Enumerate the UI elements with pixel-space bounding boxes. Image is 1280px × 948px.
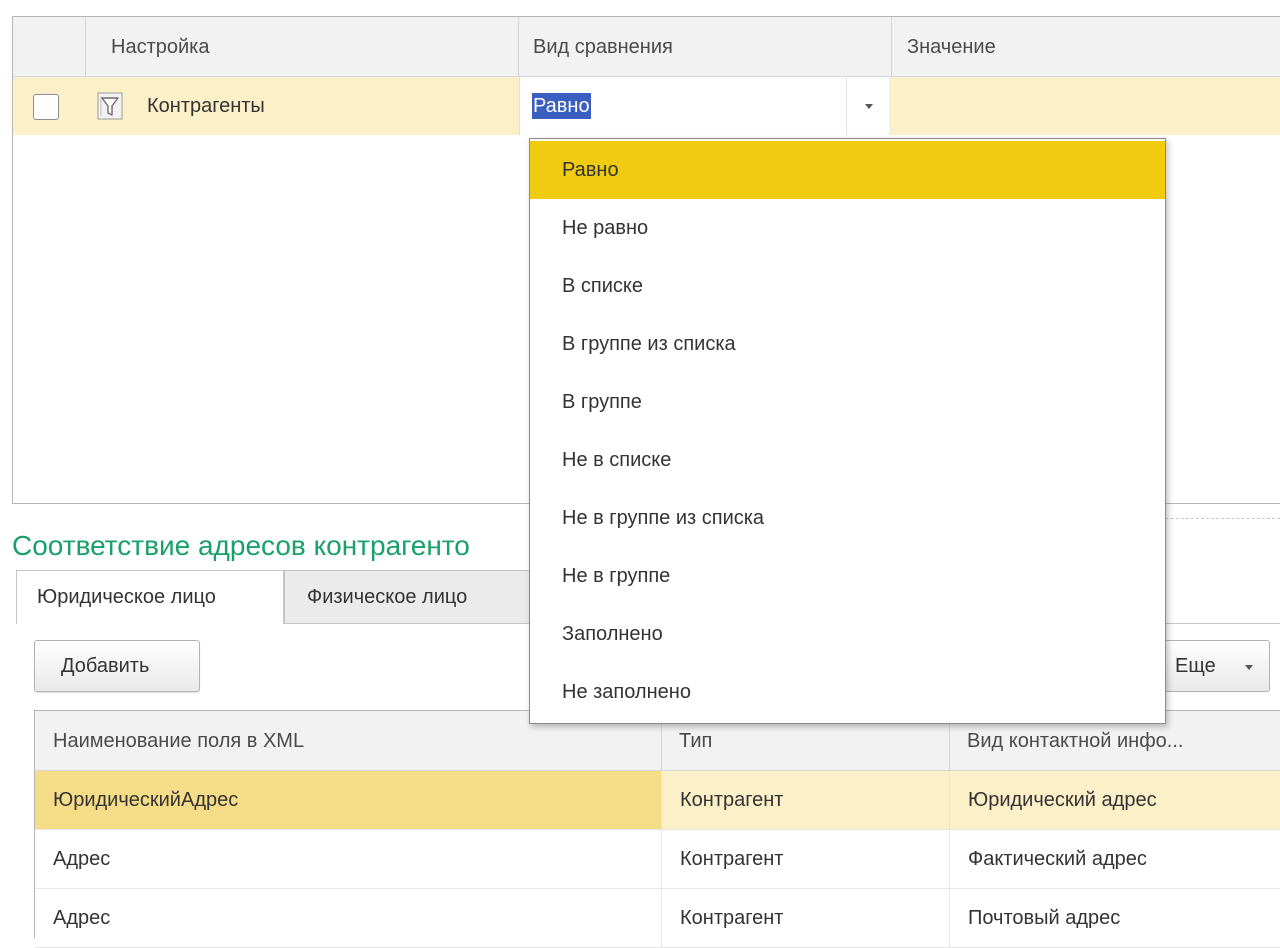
column-header-setting[interactable]: Настройка	[111, 17, 209, 77]
xml-field-name: ЮридическийАдрес	[53, 789, 239, 811]
column-separator	[518, 17, 519, 77]
comparison-options-list[interactable]: Равно Не равно В списке В группе из спис…	[529, 138, 1166, 724]
table-cell: ЮридическийАдрес	[35, 771, 661, 829]
type-value: Контрагент	[680, 907, 784, 929]
filter-row-contractors[interactable]: Контрагенты Равно	[13, 77, 1280, 135]
use-filter-checkbox[interactable]	[33, 94, 59, 120]
option-not-equal[interactable]: Не равно	[530, 199, 1165, 257]
contact-kind-value: Почтовый адрес	[968, 907, 1121, 929]
table-cell: Юридический адрес	[949, 771, 1280, 829]
section-title: Соответствие адресов контрагенто	[12, 530, 470, 561]
table-cell: Контрагент	[661, 771, 950, 829]
table-row[interactable]: ЮридическийАдрес Контрагент Юридический …	[35, 771, 1280, 830]
comparison-type-field[interactable]: Равно	[519, 77, 889, 135]
chevron-down-icon	[865, 104, 873, 109]
table-cell: Контрагент	[661, 830, 950, 888]
column-separator	[891, 17, 892, 77]
option-in-group[interactable]: В группе	[530, 373, 1165, 431]
option-equal[interactable]: Равно	[530, 141, 1165, 199]
address-mapping-table: Наименование поля в XML Тип Вид контактн…	[34, 710, 1280, 948]
option-in-list[interactable]: В списке	[530, 257, 1165, 315]
chevron-down-icon	[1245, 665, 1253, 670]
option-in-group-from-list[interactable]: В группе из списка	[530, 315, 1165, 373]
comparison-type-value[interactable]: Равно	[532, 93, 591, 119]
option-not-in-group-from-list[interactable]: Не в группе из списка	[530, 489, 1165, 547]
option-not-in-list[interactable]: Не в списке	[530, 431, 1165, 489]
type-value: Контрагент	[680, 789, 784, 811]
more-button-label: Еще	[1175, 655, 1216, 677]
type-value: Контрагент	[680, 848, 784, 870]
table-row[interactable]: Адрес Контрагент Почтовый адрес	[35, 889, 1280, 948]
contact-kind-value: Фактический адрес	[968, 848, 1147, 870]
column-separator	[85, 17, 86, 77]
add-button[interactable]: Добавить	[34, 640, 200, 692]
xml-field-name: Адрес	[53, 907, 111, 929]
tab-legal-entity[interactable]: Юридическое лицо	[16, 570, 284, 624]
column-header-value[interactable]: Значение	[907, 17, 996, 77]
column-header-comparison[interactable]: Вид сравнения	[533, 17, 673, 77]
option-not-filled[interactable]: Не заполнено	[530, 663, 1165, 721]
table-cell: Адрес	[35, 889, 661, 947]
table-row[interactable]: Адрес Контрагент Фактический адрес	[35, 830, 1280, 889]
filter-table-header: Настройка Вид сравнения Значение	[13, 17, 1280, 77]
contact-kind-value: Юридический адрес	[968, 789, 1157, 811]
comparison-dropdown-button[interactable]	[846, 77, 890, 135]
table-cell: Контрагент	[661, 889, 950, 947]
table-cell: Фактический адрес	[949, 830, 1280, 888]
tab-individual[interactable]: Физическое лицо	[284, 570, 544, 624]
column-header-xml-field[interactable]: Наименование поля в XML	[53, 711, 304, 771]
filter-icon	[97, 92, 123, 120]
filter-field-name: Контрагенты	[147, 95, 265, 117]
table-cell: Почтовый адрес	[949, 889, 1280, 947]
option-filled[interactable]: Заполнено	[530, 605, 1165, 663]
table-cell: Адрес	[35, 830, 661, 888]
xml-field-name: Адрес	[53, 848, 111, 870]
option-not-in-group[interactable]: Не в группе	[530, 547, 1165, 605]
